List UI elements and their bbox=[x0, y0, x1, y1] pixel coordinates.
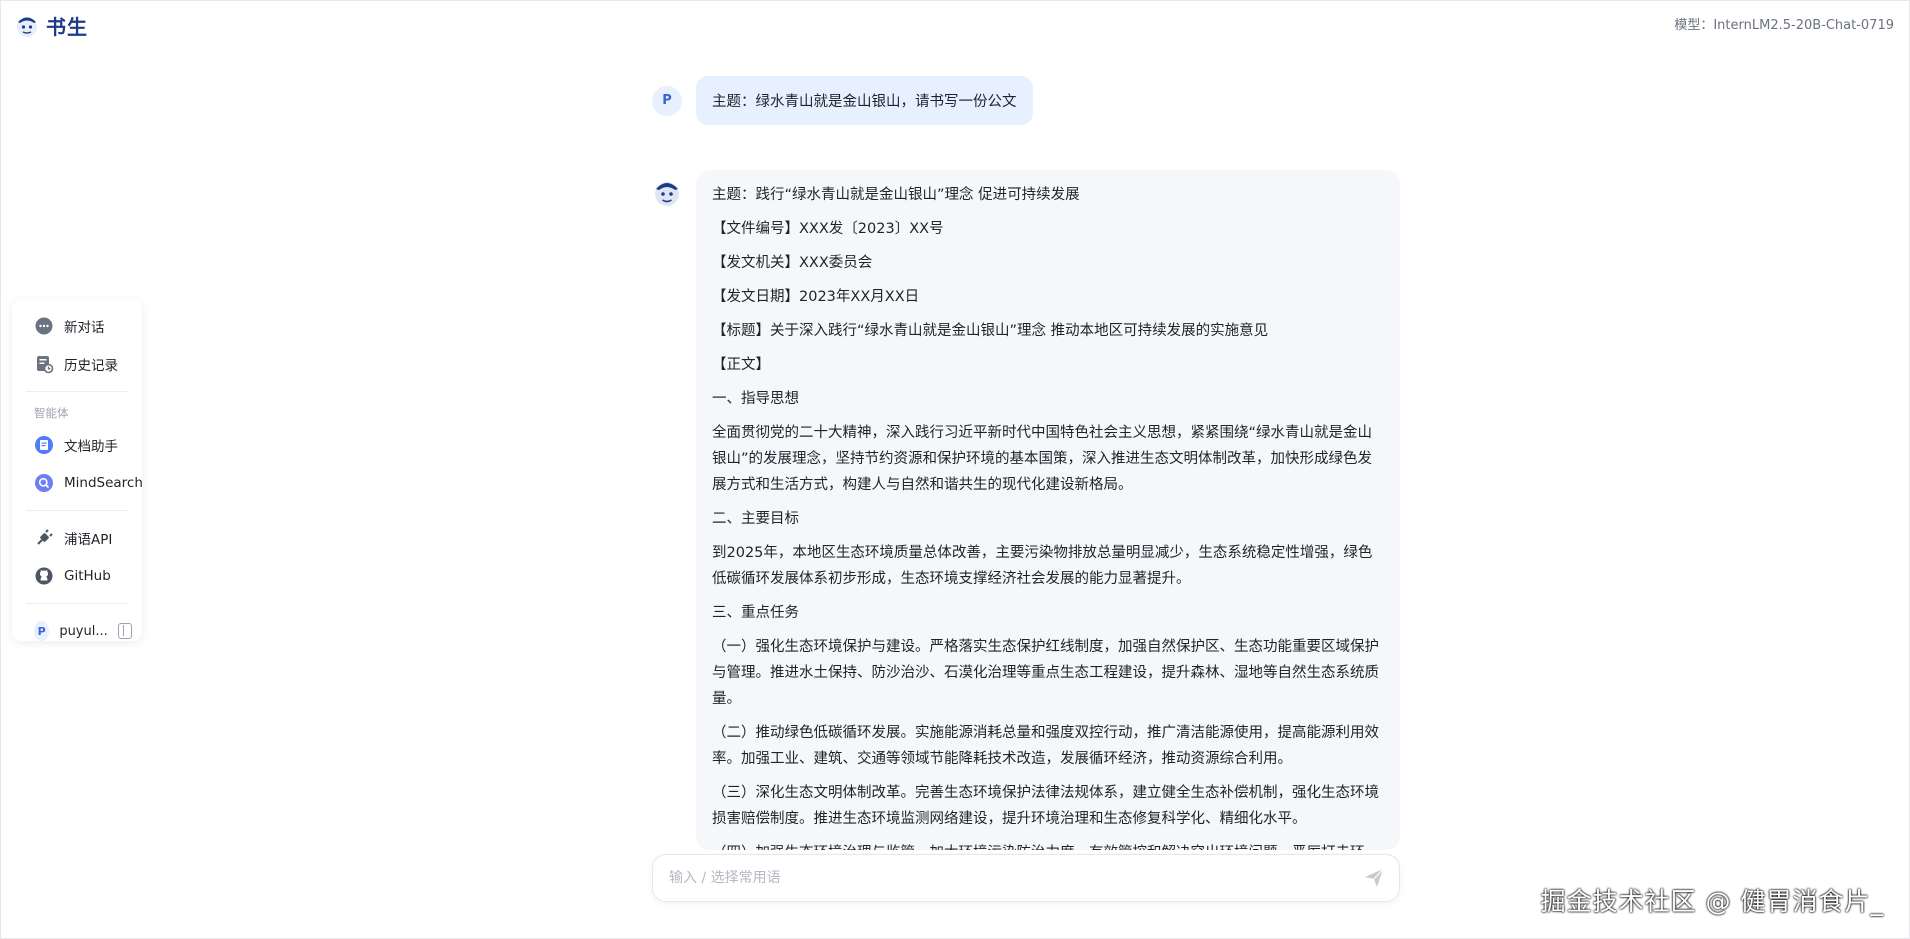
github-icon bbox=[34, 566, 54, 586]
message-paragraph: 全面贯彻党的二十大精神，深入践行习近平新时代中国特色社会主义思想，紧紧围绕“绿水… bbox=[712, 425, 1373, 493]
document-assistant-icon bbox=[34, 435, 54, 455]
sidebar-item-github[interactable]: GitHub bbox=[22, 557, 132, 595]
chat-input[interactable] bbox=[669, 870, 1363, 886]
scholar-mascot-icon bbox=[17, 16, 37, 37]
sidebar-item-mindsearch[interactable]: MindSearch bbox=[22, 464, 143, 502]
sidebar-item-history[interactable]: 历史记录 bbox=[22, 345, 132, 383]
sidebar-item-document-assistant[interactable]: 文档助手 bbox=[22, 426, 132, 464]
message-paragraph: 【文件编号】XXX发〔2023〕XX号 bbox=[712, 221, 944, 237]
message-paragraph: 到2025年，本地区生态环境质量总体改善，主要污染物排放总量明显减少，生态系统稳… bbox=[712, 545, 1373, 587]
send-icon[interactable] bbox=[1363, 867, 1385, 889]
message-paragraph: 【标题】关于深入践行“绿水青山就是金山银山”理念 推动本地区可持续发展的实施意见 bbox=[712, 323, 1269, 339]
assistant-message-bubble: 主题：践行“绿水青山就是金山银山”理念 促进可持续发展 【文件编号】XXX发〔2… bbox=[696, 170, 1400, 850]
sidebar-user[interactable]: P puyul... bbox=[22, 612, 132, 650]
sidebar-collapse-icon[interactable] bbox=[117, 623, 132, 639]
message-paragraph: （四）加强生态环境治理与监管。加大环境污染防治力度，有效管控和解决突出环境问题，… bbox=[712, 840, 1386, 850]
message-paragraph: 主题：践行“绿水青山就是金山银山”理念 促进可持续发展 bbox=[712, 187, 1080, 203]
sidebar-item-label: 浦语API bbox=[64, 532, 113, 548]
logo-text: 书生 bbox=[46, 15, 88, 39]
message-paragraph: 二、主要目标 bbox=[712, 511, 799, 527]
sidebar-item-puyu-api[interactable]: 浦语API bbox=[22, 519, 132, 557]
message-paragraph: 【正文】 bbox=[712, 357, 770, 373]
chat-bubble-icon bbox=[34, 316, 54, 336]
message-paragraph: 【发文机关】XXX委员会 bbox=[712, 255, 873, 271]
sidebar-divider bbox=[26, 603, 128, 604]
message-paragraph: 一、指导思想 bbox=[712, 391, 799, 407]
sidebar-divider bbox=[26, 510, 128, 511]
user-avatar: P bbox=[652, 85, 682, 116]
plug-icon bbox=[34, 528, 54, 548]
sidebar-item-label: MindSearch bbox=[64, 475, 143, 491]
sidebar-item-label: 文档助手 bbox=[64, 439, 118, 455]
sidebar: 新对话 历史记录 智能体 文档助手 MindSearch 浦语API GitHu… bbox=[12, 299, 143, 641]
sidebar-item-label: 历史记录 bbox=[64, 358, 118, 374]
model-label[interactable]: 模型：InternLM2.5-20B-Chat-0719 bbox=[1674, 14, 1894, 33]
history-icon bbox=[34, 354, 54, 374]
message-paragraph: 【发文日期】2023年XX月XX日 bbox=[712, 289, 920, 305]
user-message: P 主题：绿水青山就是金山银山，请书写一份公文 bbox=[652, 76, 1033, 125]
app-logo[interactable]: 书生 bbox=[14, 11, 88, 40]
sidebar-section-agents: 智能体 bbox=[34, 406, 69, 420]
sidebar-item-label: 新对话 bbox=[64, 320, 105, 336]
user-avatar: P bbox=[34, 621, 50, 641]
user-message-bubble: 主题：绿水青山就是金山银山，请书写一份公文 bbox=[696, 76, 1033, 125]
message-paragraph: （一）强化生态环境保护与建设。严格落实生态保护红线制度，加强自然保护区、生态功能… bbox=[712, 639, 1379, 707]
watermark: 掘金技术社区 @ 健胃消食片_ bbox=[1540, 887, 1884, 916]
mindsearch-icon bbox=[34, 473, 54, 493]
sidebar-item-new-chat[interactable]: 新对话 bbox=[22, 307, 132, 345]
assistant-avatar-icon bbox=[655, 182, 679, 206]
message-paragraph: 三、重点任务 bbox=[712, 605, 799, 621]
message-paragraph: （三）深化生态文明体制改革。完善生态环境保护法律法规体系，建立健全生态补偿机制，… bbox=[712, 785, 1379, 827]
user-name: puyul... bbox=[59, 623, 108, 639]
sidebar-divider bbox=[26, 391, 128, 392]
message-paragraph: （二）推动绿色低碳循环发展。实施能源消耗总量和强度双控行动，推广清洁能源使用，提… bbox=[712, 725, 1379, 767]
chat-input-box bbox=[652, 854, 1400, 902]
sidebar-item-label: GitHub bbox=[64, 568, 111, 584]
